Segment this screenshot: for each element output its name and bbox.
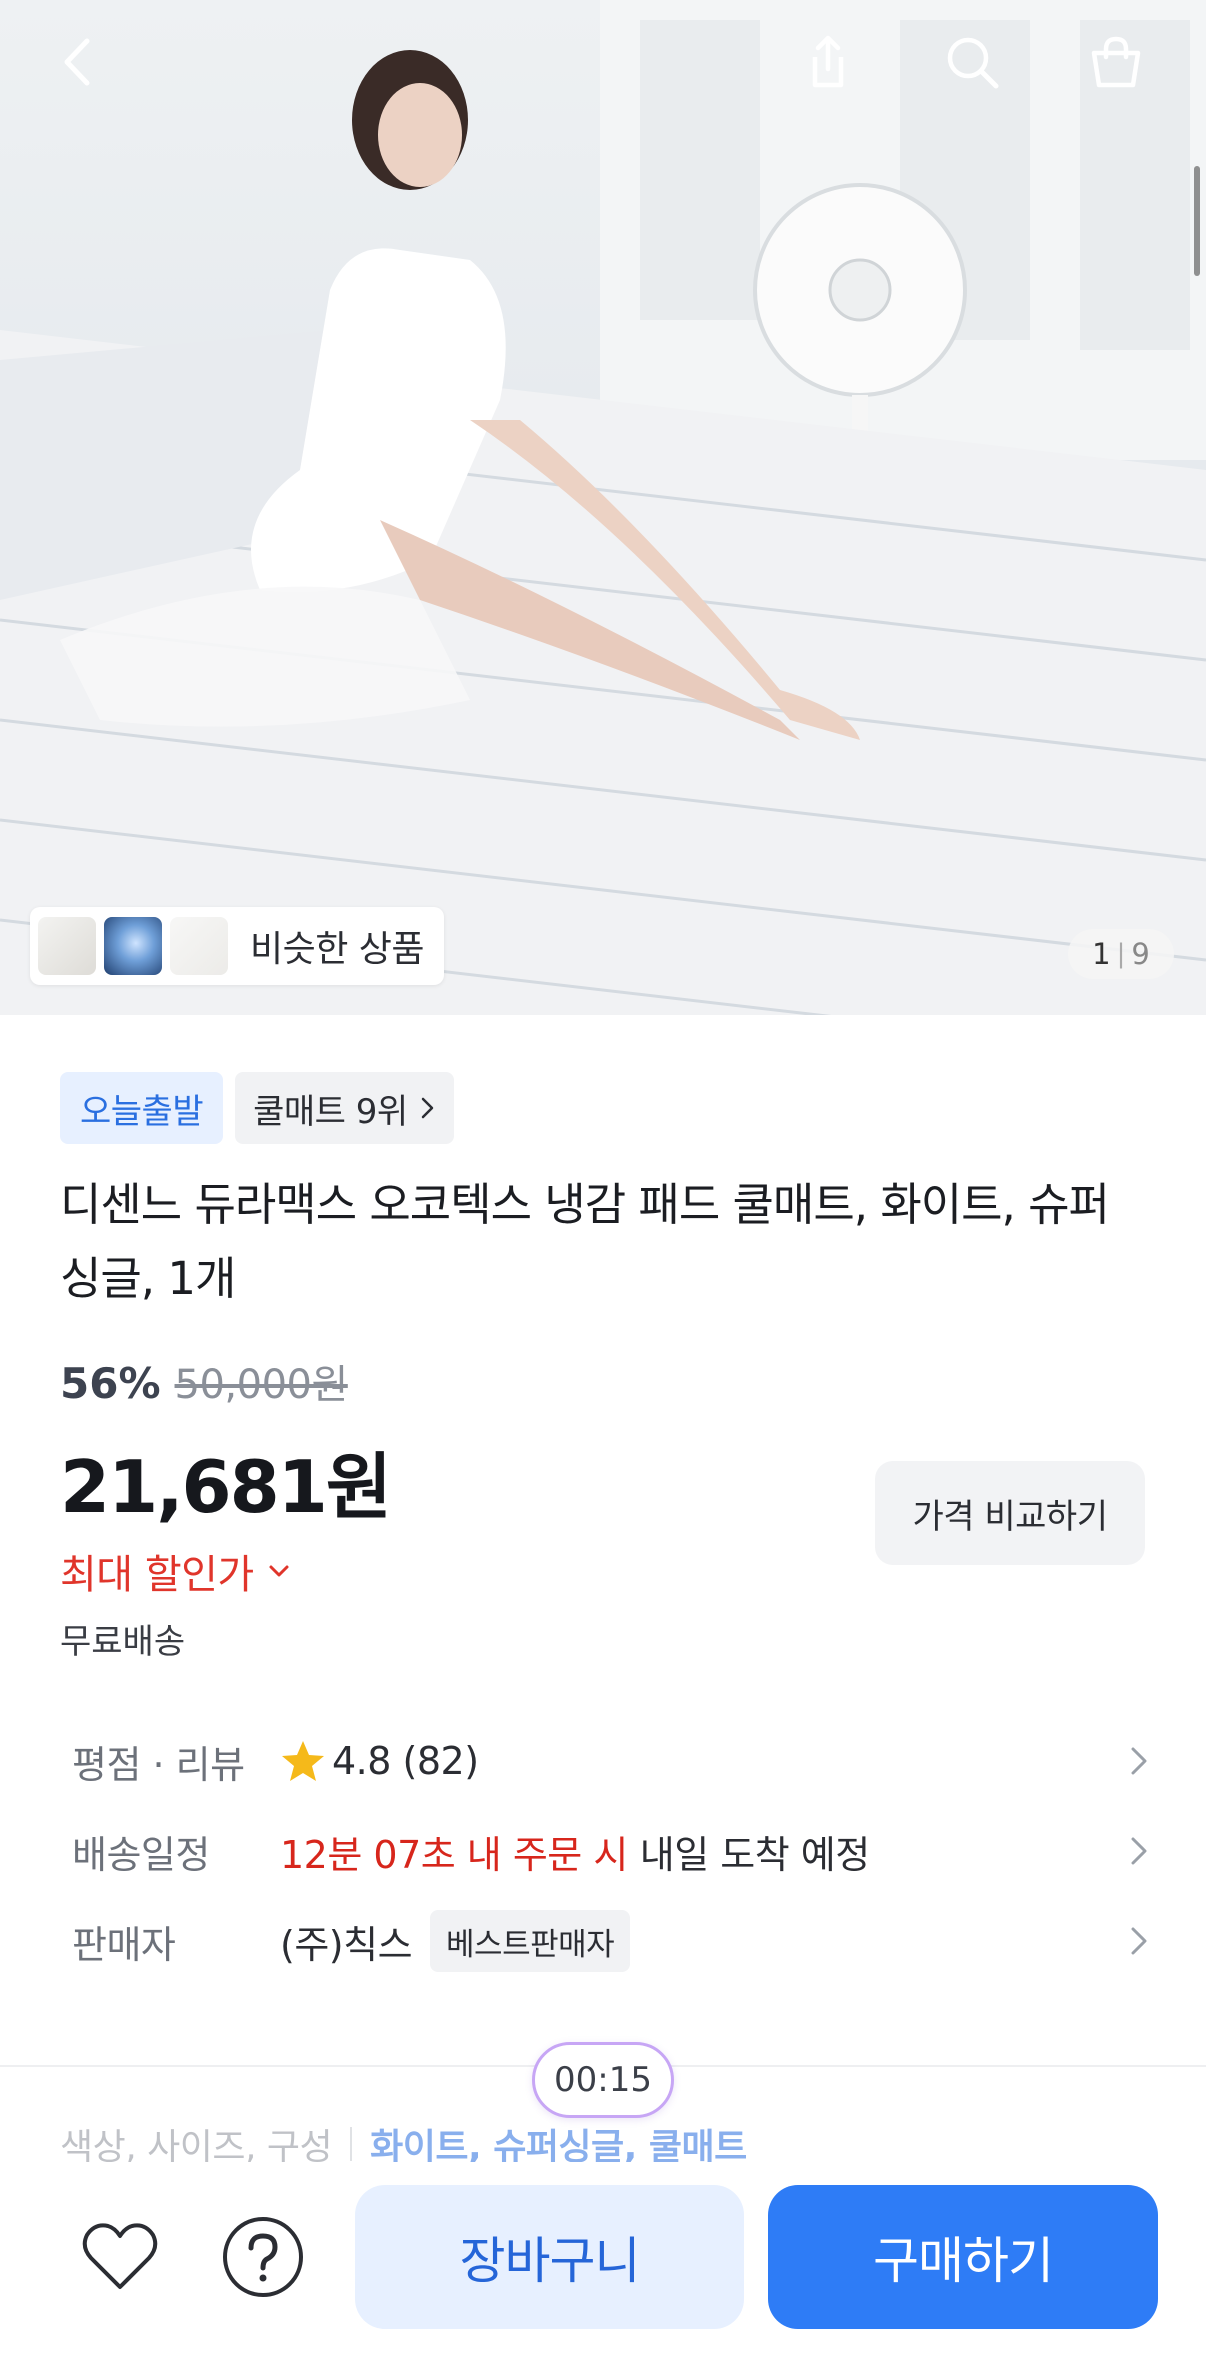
seller-name: (주)칙스 [280, 1922, 413, 1967]
rating-value-wrap: 4.8 (82) [280, 1738, 1130, 1784]
chevron-right-icon [1131, 1927, 1147, 1955]
max-discount-toggle[interactable]: 최대 할인가 [60, 1542, 292, 1600]
chevron-right-icon [421, 1097, 433, 1119]
share-button[interactable] [788, 22, 868, 102]
seller-key: 판매자 [72, 1922, 176, 1967]
delivery-key: 배송일정 [72, 1832, 210, 1877]
image-counter-current: 1 [1092, 937, 1111, 971]
image-counter: 1 | 9 [1068, 929, 1174, 979]
similar-product-thumb [38, 917, 96, 975]
sale-price: 21,681원 [60, 1445, 392, 1529]
rating-key: 평점 · 리뷰 [72, 1742, 245, 1787]
chevron-right-icon [1131, 1747, 1147, 1775]
ranking-label: 쿨매트 9위 [253, 1091, 408, 1132]
add-to-cart-button[interactable]: 장바구니 [355, 2185, 744, 2329]
similar-product-thumb [170, 917, 228, 975]
seller-row[interactable]: 판매자 (주)칙스 베스트판매자 [72, 1906, 1152, 1976]
delivery-eta: 내일 도착 예정 [639, 1832, 870, 1877]
product-photo [0, 0, 1206, 1015]
original-price: 50,000원 [174, 1362, 349, 1408]
chevron-down-icon [269, 1565, 289, 1577]
best-seller-badge: 베스트판매자 [430, 1910, 631, 1972]
chevron-right-icon [1131, 1837, 1147, 1865]
similar-products-button[interactable]: 비슷한 상품 [30, 907, 444, 985]
inquiry-button[interactable] [213, 2208, 313, 2308]
badge-row: 오늘출발 쿨매트 9위 [60, 1072, 454, 1144]
rating-value: 4.8 (82) [332, 1739, 479, 1783]
cart-button[interactable] [1076, 22, 1156, 102]
product-image-carousel[interactable]: 비슷한 상품 1 | 9 [0, 0, 1206, 1015]
price-row: 56% 50,000원 [60, 1352, 348, 1410]
discount-rate: 56% [60, 1359, 161, 1408]
wishlist-button[interactable] [70, 2208, 170, 2308]
seller-value: (주)칙스 베스트판매자 [280, 1910, 1130, 1972]
question-icon [223, 2217, 303, 2297]
delivery-countdown: 12분 07초 내 주문 시 [280, 1832, 628, 1877]
delivery-schedule-row[interactable]: 배송일정 12분 07초 내 주문 시 내일 도착 예정 [72, 1816, 1152, 1886]
image-counter-separator: | [1116, 939, 1126, 969]
star-icon [282, 1741, 324, 1781]
search-button[interactable] [932, 22, 1012, 102]
countdown-timer: 00:15 [532, 2042, 674, 2118]
buy-now-button[interactable]: 구매하기 [768, 2185, 1158, 2329]
delivery-value: 12분 07초 내 주문 시 내일 도착 예정 [280, 1824, 1130, 1879]
shopping-bag-icon [1091, 36, 1141, 88]
option-separator [350, 2127, 353, 2161]
product-title: 디센느 듀라맥스 오코텍스 냉감 패드 쿨매트, 화이트, 슈퍼싱글, 1개 [60, 1178, 1110, 1305]
today-shipping-badge: 오늘출발 [60, 1072, 224, 1144]
price-compare-button[interactable]: 가격 비교하기 [875, 1461, 1145, 1565]
max-discount-label: 최대 할인가 [60, 1552, 254, 1598]
scrollbar[interactable] [1194, 166, 1200, 276]
similar-products-label: 비슷한 상품 [250, 929, 425, 970]
heart-icon [82, 2223, 158, 2289]
rating-review-row[interactable]: 평점 · 리뷰 4.8 (82) [72, 1726, 1152, 1796]
back-button[interactable] [40, 22, 120, 102]
shipping-info: 무료배송 [60, 1622, 186, 1662]
chevron-left-icon [64, 38, 90, 86]
similar-product-thumb [104, 917, 162, 975]
share-icon [812, 35, 844, 88]
ranking-badge[interactable]: 쿨매트 9위 [235, 1072, 454, 1144]
search-icon [947, 37, 999, 89]
image-counter-total: 9 [1131, 937, 1150, 971]
